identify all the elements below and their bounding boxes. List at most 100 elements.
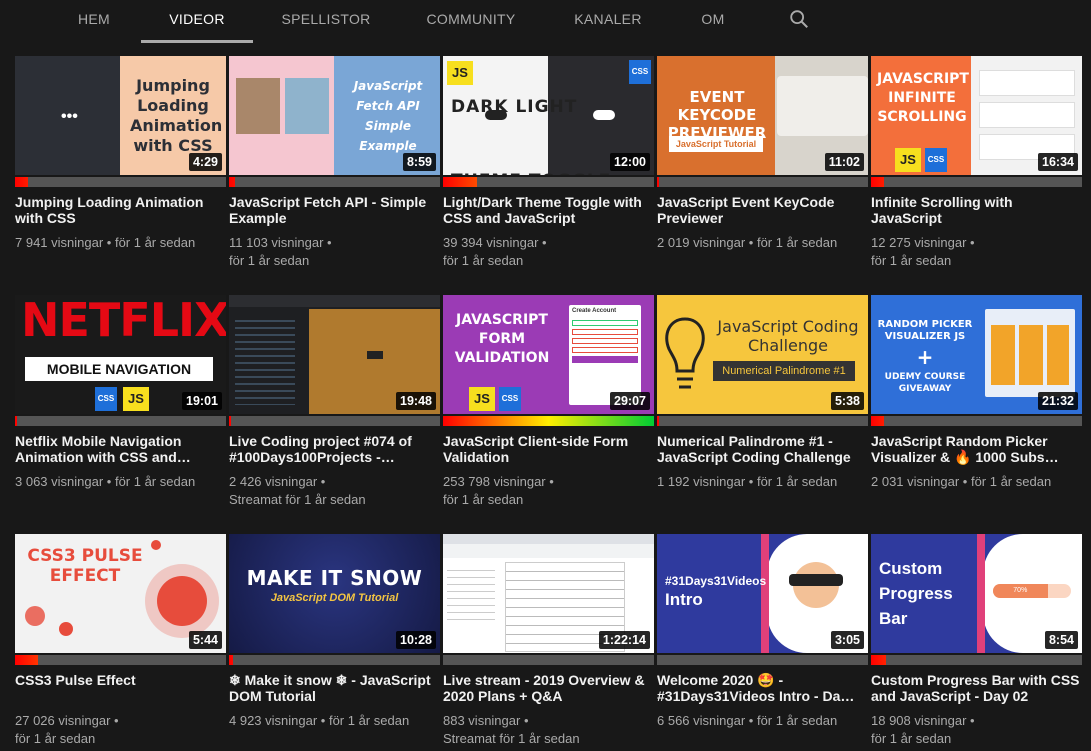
channel-tabs: HEM VIDEOR SPELLISTOR COMMUNITY KANALER … — [0, 0, 1091, 44]
plus-icon: + — [916, 345, 934, 369]
dog-image — [285, 78, 329, 134]
video-thumbnail[interactable]: #31Days31Videos Intro 3:05 — [657, 534, 868, 653]
upload-age: för 1 år sedan — [871, 253, 952, 268]
watch-progress-fill — [15, 655, 39, 665]
cat-image — [236, 78, 280, 134]
watch-progress-fill — [443, 177, 477, 187]
browser-bar-image — [229, 295, 440, 307]
tab-om[interactable]: OM — [686, 0, 740, 44]
upload-age: för 1 år sedan — [443, 253, 524, 268]
watch-progress-bar — [443, 177, 654, 187]
video-title[interactable]: Live Coding project #074 of #100Days100P… — [229, 433, 440, 465]
view-count: 11 103 visningar — [229, 235, 324, 250]
video-title[interactable]: Numerical Palindrome #1 - JavaScript Cod… — [657, 433, 868, 465]
upload-age: för 1 år sedan — [756, 474, 838, 489]
video-title[interactable]: Live stream - 2019 Overview & 2020 Plans… — [443, 672, 654, 704]
duration-badge: 12:00 — [610, 153, 650, 171]
tab-kanaler[interactable]: KANALER — [560, 0, 656, 44]
css-logo-icon: CSS — [95, 387, 117, 411]
video-title[interactable]: Light/Dark Theme Toggle with CSS and Jav… — [443, 194, 654, 226]
view-count: 1 192 visningar — [657, 474, 746, 489]
thumbnail-text: NETFLIX — [21, 295, 226, 347]
docs-outline-image — [447, 564, 495, 624]
video-title[interactable]: JavaScript Random Picker Visualizer & 🔥 … — [871, 433, 1082, 465]
js-logo-icon: JS — [469, 387, 495, 411]
video-title[interactable]: Infinite Scrolling with JavaScript — [871, 194, 1082, 226]
js-logo-icon: JS — [895, 148, 921, 172]
thumbnail-text: Jumping Loading Animation with CSS — [130, 76, 223, 155]
upload-age: för 1 år sedan — [328, 713, 410, 728]
tab-hem[interactable]: HEM — [60, 0, 128, 44]
video-thumbnail[interactable]: JavaScript Coding Challenge Numerical Pa… — [657, 295, 868, 414]
thumbnail-subtext: UDEMY COURSE GIVEAWAY — [884, 372, 966, 394]
pulse-circle — [157, 576, 207, 626]
thumbnail-text: RANDOM PICKER VISUALIZER JS — [877, 319, 973, 342]
video-title[interactable]: JavaScript Event KeyCode Previewer — [657, 194, 868, 226]
duration-badge: 5:38 — [830, 392, 864, 410]
video-meta: 2 426 visningar • Streamat för 1 år sedan — [229, 474, 366, 507]
view-count: 883 visningar — [443, 713, 521, 728]
video-title[interactable]: Welcome 2020 🤩 - #31Days31Videos Intro -… — [657, 672, 868, 704]
watch-progress-bar — [229, 655, 440, 665]
video-meta: 1 192 visningar • för 1 år sedan — [657, 474, 838, 489]
upload-age: för 1 år sedan — [15, 731, 96, 746]
video-title[interactable]: ❄ Make it snow ❄ - JavaScript DOM Tutori… — [229, 672, 440, 704]
thumbnail-text: EVENT KEYCODE PREVIEWER — [667, 88, 767, 142]
active-tab-indicator — [141, 40, 253, 43]
video-thumbnail[interactable]: 19:48 — [229, 295, 440, 414]
duration-badge: 4:29 — [188, 153, 222, 171]
tab-community[interactable]: COMMUNITY — [412, 0, 530, 44]
video-meta: 27 026 visningar • för 1 år sedan — [15, 713, 119, 746]
view-count: 4 923 visningar — [229, 713, 318, 728]
video-title[interactable]: JavaScript Fetch API - Simple Example — [229, 194, 440, 226]
upload-age: för 1 år sedan — [756, 713, 838, 728]
video-title[interactable]: Netflix Mobile Navigation Animation with… — [15, 433, 226, 465]
upload-age: Streamat för 1 år sedan — [443, 731, 580, 746]
video-thumbnail[interactable]: JS CSS DARK LIGHT THEME TOGGLE 12:00 — [443, 56, 654, 175]
video-thumbnail[interactable]: RANDOM PICKER VISUALIZER JS + UDEMY COUR… — [871, 295, 1082, 414]
video-title[interactable]: Jumping Loading Animation with CSS — [15, 194, 226, 226]
duration-badge: 3:05 — [830, 631, 864, 649]
thumbnail-subtext: Intro — [665, 590, 703, 609]
video-thumbnail[interactable]: EVENT KEYCODE PREVIEWER JavaScript Tutor… — [657, 56, 868, 175]
video-thumbnail[interactable]: NETFLIX MOBILE NAVIGATION CSS JS 19:01 — [15, 295, 226, 414]
watch-progress-fill — [443, 416, 654, 426]
video-thumbnail[interactable]: MAKE IT SNOW JavaScript DOM Tutorial 10:… — [229, 534, 440, 653]
tab-spellistor[interactable]: SPELLISTOR — [270, 0, 382, 44]
view-count: 2 426 visningar — [229, 474, 318, 489]
duration-badge: 29:07 — [610, 392, 650, 410]
upload-age: för 1 år sedan — [756, 235, 838, 250]
video-meta: 6 566 visningar • för 1 år sedan — [657, 713, 838, 728]
watch-progress-fill — [15, 416, 18, 426]
video-thumbnail[interactable]: JavaScript Fetch API Simple Example 8:59 — [229, 56, 440, 175]
progress-bar-image: 70% — [993, 584, 1071, 598]
thumbnail-subtext: JavaScript Tutorial — [669, 136, 763, 152]
docs-toolbar-image — [443, 544, 654, 558]
view-count: 253 798 visningar — [443, 474, 546, 489]
upload-age: för 1 år sedan — [871, 731, 952, 746]
watch-progress-bar — [871, 416, 1082, 426]
css-logo-icon: CSS — [499, 387, 521, 411]
watch-progress-fill — [229, 416, 232, 426]
watch-progress-fill — [871, 655, 886, 665]
video-thumbnail[interactable]: CSS3 PULSE EFFECT 5:44 — [15, 534, 226, 653]
watch-progress-bar — [657, 655, 868, 665]
toggle-icon — [485, 110, 507, 120]
video-meta: 39 394 visningar • för 1 år sedan — [443, 235, 547, 268]
tab-videor[interactable]: VIDEOR — [141, 0, 253, 44]
search-icon[interactable] — [788, 8, 810, 30]
thumbnail-subtext: MOBILE NAVIGATION — [25, 357, 213, 381]
view-count: 39 394 visningar — [443, 235, 539, 250]
video-thumbnail[interactable]: ••• Jumping Loading Animation with CSS 4… — [15, 56, 226, 175]
video-title[interactable]: Custom Progress Bar with CSS and JavaScr… — [871, 672, 1082, 704]
duration-badge: 5:44 — [188, 631, 222, 649]
video-meta: 18 908 visningar • för 1 år sedan — [871, 713, 975, 746]
video-title[interactable]: CSS3 Pulse Effect — [15, 672, 226, 688]
video-title[interactable]: JavaScript Client-side Form Validation — [443, 433, 654, 465]
video-thumbnail[interactable]: JAVASCRIPT INFINITE SCROLLING JS CSS 16:… — [871, 56, 1082, 175]
video-thumbnail[interactable]: JAVASCRIPT FORM VALIDATION JS CSS Create… — [443, 295, 654, 414]
video-thumbnail[interactable]: 1:22:14 — [443, 534, 654, 653]
video-meta: 11 103 visningar • för 1 år sedan — [229, 235, 332, 268]
video-thumbnail[interactable]: Custom Progress Bar 70% 8:54 — [871, 534, 1082, 653]
video-meta: 4 923 visningar • för 1 år sedan — [229, 713, 410, 728]
